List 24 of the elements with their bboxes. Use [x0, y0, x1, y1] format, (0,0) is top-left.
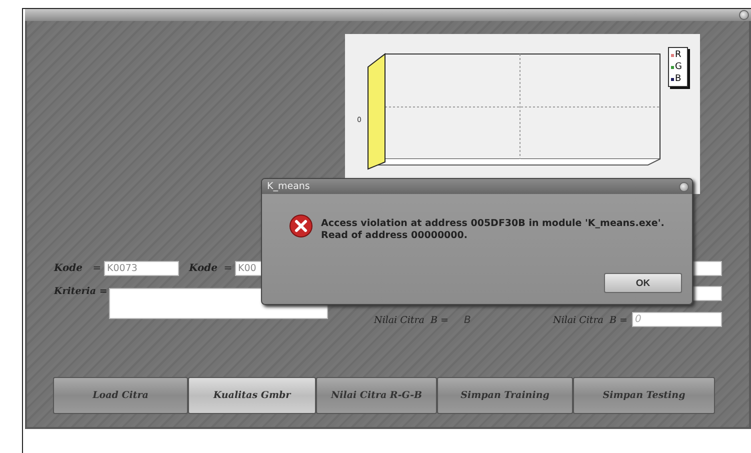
legend-label: G — [675, 61, 682, 73]
ok-button[interactable]: OK — [604, 273, 682, 293]
value-label: B — [464, 314, 472, 326]
field-label: Kriteria = — [54, 286, 108, 297]
text-field[interactable]: K0073 — [104, 261, 179, 276]
close-icon[interactable] — [679, 182, 689, 192]
equals-sign: = — [222, 263, 234, 274]
legend-label: R — [675, 49, 682, 61]
text-field[interactable]: 0 — [632, 312, 722, 327]
toolbar-button[interactable]: Load Citra — [53, 377, 188, 414]
toolbar-button[interactable]: Nilai Citra R-G-B — [316, 377, 437, 414]
error-icon — [289, 214, 313, 238]
field-label: Kode — [189, 263, 218, 274]
field-label: Kode — [54, 263, 84, 274]
error-message: Access violation at address 005DF30B in module 'K_means.exe'. Read of address 00000000. — [321, 218, 666, 242]
field-label: Nilai Citra B = — [553, 314, 628, 326]
legend-label: B — [675, 73, 682, 85]
close-icon[interactable] — [739, 10, 749, 20]
equals-sign: = — [92, 263, 102, 274]
field-label: Nilai Citra B = — [374, 314, 450, 326]
toolbar-button[interactable]: Simpan Training — [437, 377, 573, 414]
toolbar-button[interactable]: Kualitas Gmbr — [188, 377, 316, 414]
dialog-title: K_means — [267, 181, 310, 192]
toolbar-button[interactable]: Simpan Testing — [573, 377, 715, 414]
